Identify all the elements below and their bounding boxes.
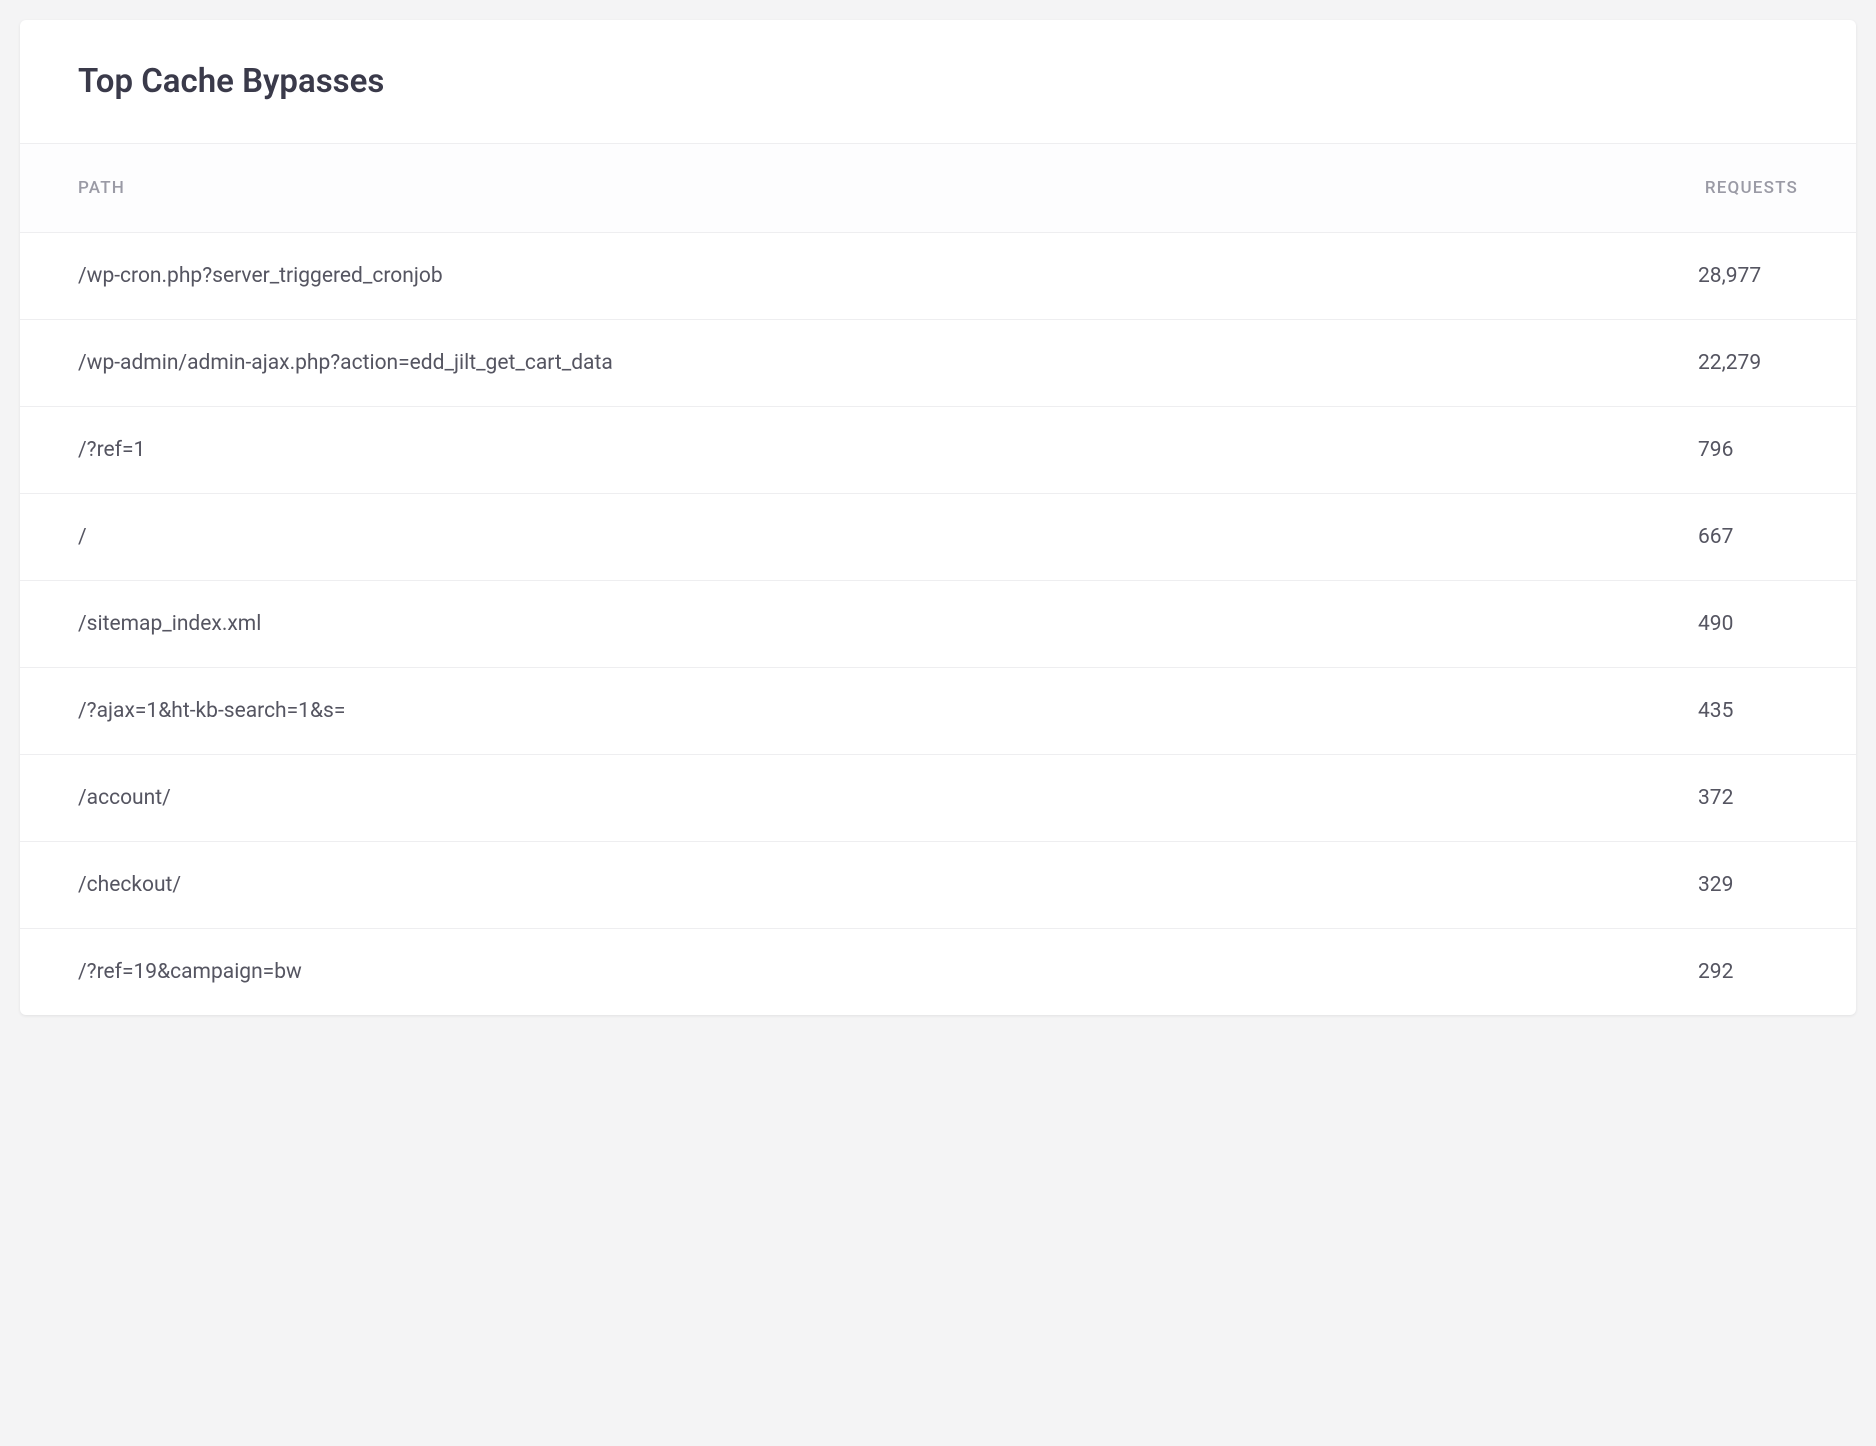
requests-cell: 667 (1698, 525, 1798, 549)
requests-cell: 372 (1698, 786, 1798, 810)
requests-cell: 292 (1698, 960, 1798, 984)
path-cell: /wp-admin/admin-ajax.php?action=edd_jilt… (78, 351, 653, 375)
requests-cell: 28,977 (1698, 264, 1798, 288)
path-cell: /account/ (78, 786, 211, 810)
table-row: /sitemap_index.xml 490 (20, 581, 1856, 668)
card-header: Top Cache Bypasses (20, 20, 1856, 144)
path-cell: /?ref=1 (78, 438, 185, 462)
table-row: /?ref=1 796 (20, 407, 1856, 494)
table-row: /?ref=19&campaign=bw 292 (20, 929, 1856, 1015)
path-cell: /?ref=19&campaign=bw (78, 960, 342, 984)
column-header-path: PATH (78, 178, 125, 198)
requests-cell: 490 (1698, 612, 1798, 636)
requests-cell: 435 (1698, 699, 1798, 723)
path-cell: /checkout/ (78, 873, 221, 897)
path-cell: / (78, 525, 127, 549)
path-cell: /wp-cron.php?server_triggered_cronjob (78, 264, 483, 288)
table-row: /?ajax=1&ht-kb-search=1&s= 435 (20, 668, 1856, 755)
requests-cell: 329 (1698, 873, 1798, 897)
table-row: /account/372 (20, 755, 1856, 842)
requests-cell: 796 (1698, 438, 1798, 462)
table-row: / 667 (20, 494, 1856, 581)
table-header-row: PATH REQUESTS (20, 144, 1856, 233)
table-row: /checkout/329 (20, 842, 1856, 929)
path-cell: /?ajax=1&ht-kb-search=1&s= (78, 699, 385, 723)
path-cell: /sitemap_index.xml (78, 612, 301, 636)
requests-cell: 22,279 (1698, 351, 1798, 375)
table-row: /wp-cron.php?server_triggered_cronjob 28,… (20, 233, 1856, 320)
table-body: /wp-cron.php?server_triggered_cronjob 28,… (20, 233, 1856, 1015)
table-row: /wp-admin/admin-ajax.php?action=edd_jilt… (20, 320, 1856, 407)
top-cache-bypasses-card: Top Cache Bypasses PATH REQUESTS /wp-cro… (20, 20, 1856, 1015)
card-title: Top Cache Bypasses (78, 62, 1798, 101)
column-header-requests: REQUESTS (1705, 178, 1798, 198)
